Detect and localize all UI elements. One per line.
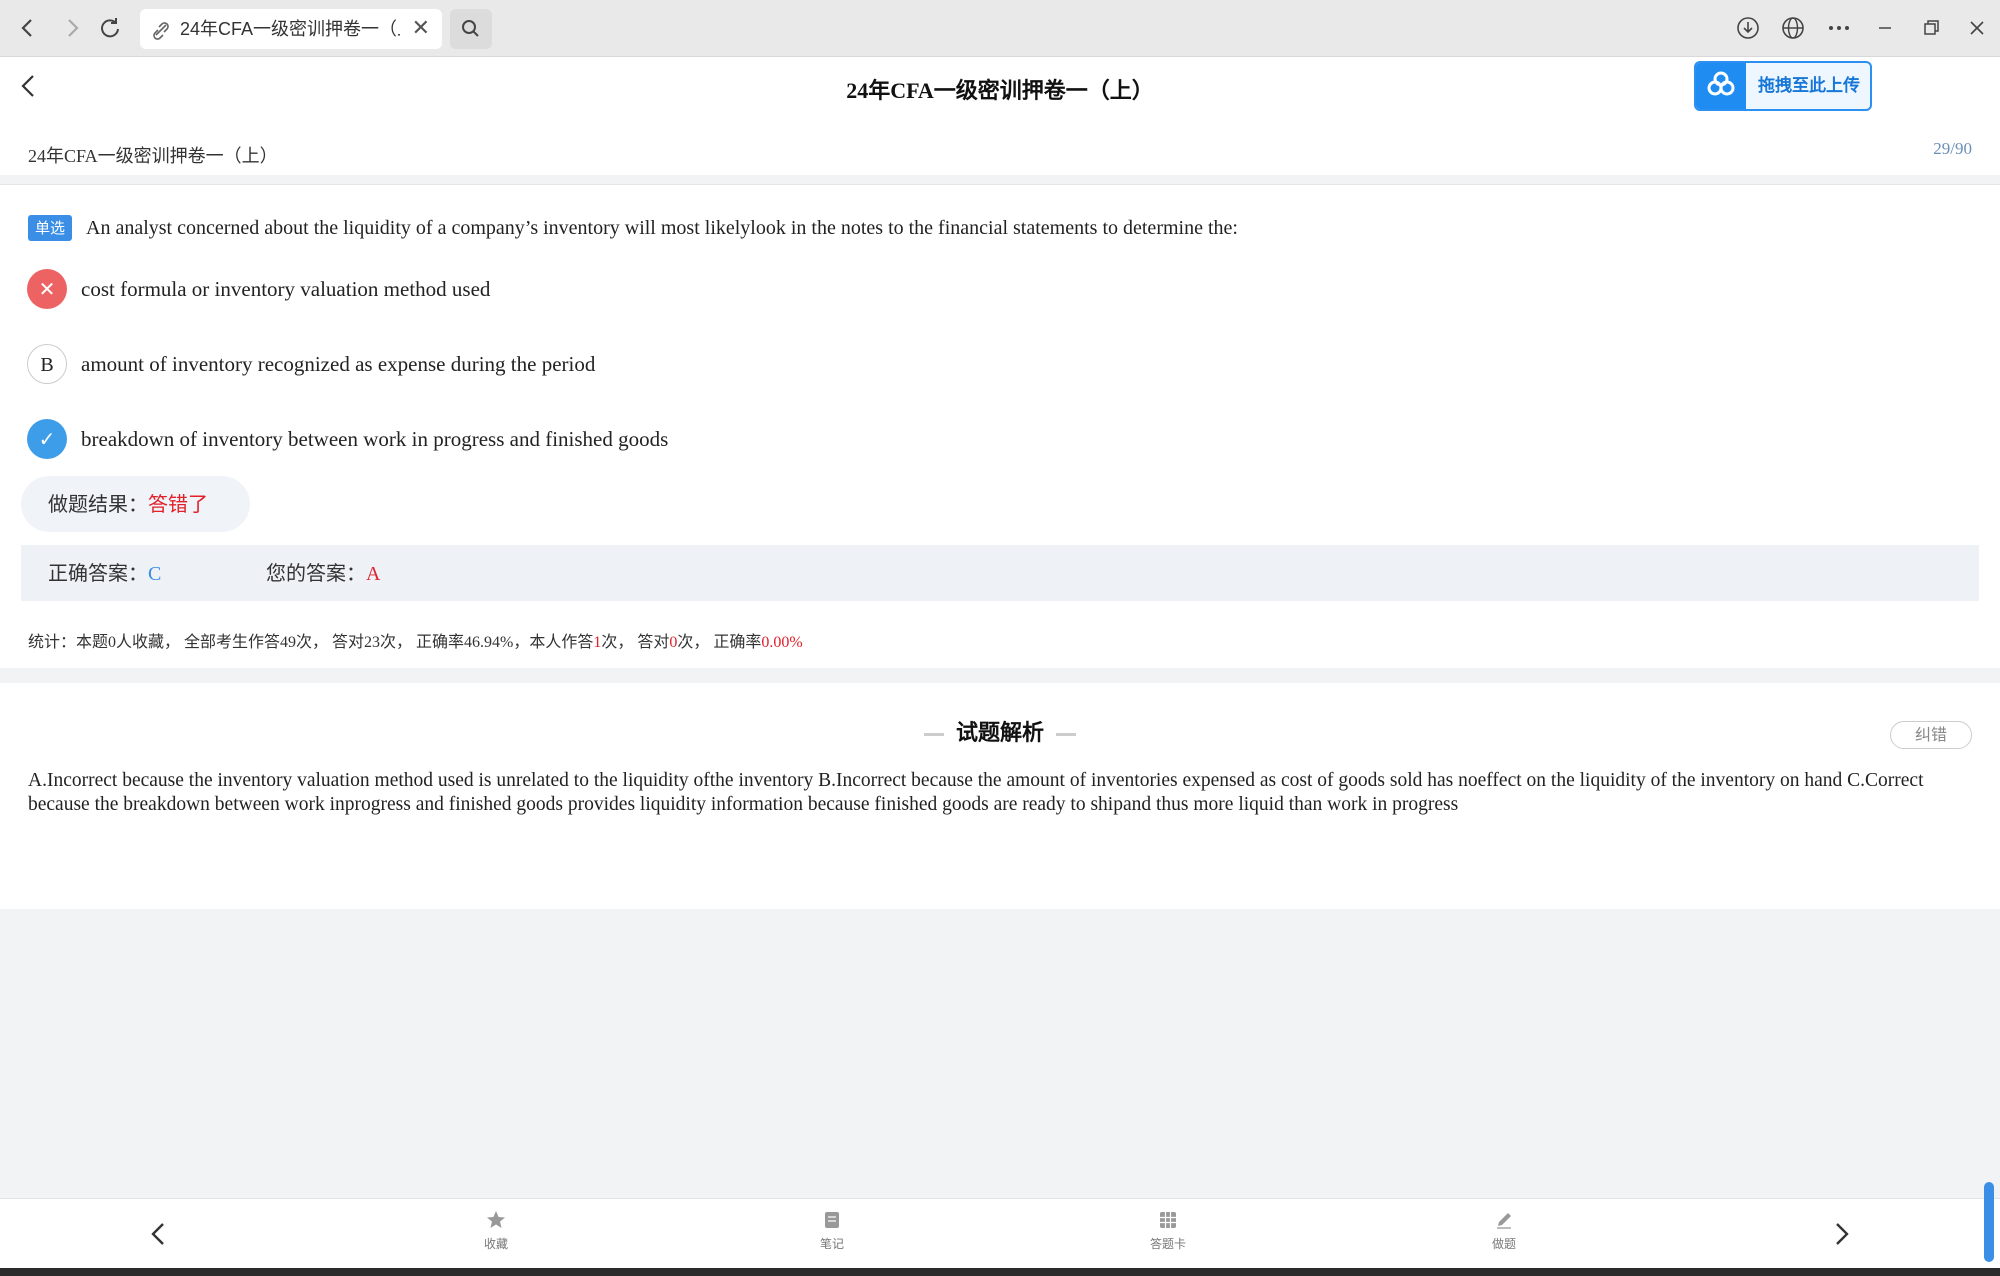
restore-icon[interactable]: [1916, 14, 1946, 42]
correct-answer: 正确答案：C: [48, 545, 161, 602]
next-question-icon[interactable]: [1826, 1219, 1856, 1249]
result-pill: 做题结果：答错了: [21, 476, 250, 532]
notebook-icon: [825, 1212, 839, 1228]
result-value: 答错了: [148, 492, 208, 516]
notes-button[interactable]: 笔记: [802, 1209, 862, 1252]
divider: [1056, 732, 1076, 736]
exam-name: 24年CFA一级密训押卷一（上）: [28, 146, 278, 166]
answer-card-button[interactable]: 答题卡: [1138, 1209, 1198, 1252]
stats-text: 次， 正确率: [677, 634, 762, 651]
cloud-upload-icon: [1696, 63, 1746, 109]
taskbar-edge: [0, 1268, 2000, 1276]
close-window-icon[interactable]: [1962, 14, 1992, 42]
answer-bar: 正确答案：C 您的答案：A: [21, 545, 1979, 601]
analysis-panel: 试题解析 纠错 A.Incorrect because the inventor…: [0, 683, 2000, 909]
your-answer: 您的答案：A: [266, 545, 380, 602]
favorite-label: 收藏: [483, 1237, 508, 1251]
check-mark-icon: ✓: [27, 419, 67, 459]
option-text: breakdown of inventory between work in p…: [81, 427, 669, 451]
previous-question-icon[interactable]: [144, 1219, 174, 1249]
question-row: 单选 An analyst concerned about the liquid…: [28, 215, 1238, 241]
stats-text: 次， 答对: [601, 634, 670, 651]
upload-label: 拖拽至此上传: [1758, 76, 1860, 95]
your-answer-label: 您的答案：: [266, 561, 366, 585]
question-text: An analyst concerned about the liquidity…: [86, 216, 1238, 239]
question-panel: 单选 An analyst concerned about the liquid…: [0, 185, 2000, 668]
statistics: 统计：本题0人收藏， 全部考生作答49次， 答对23次， 正确率46.94%，本…: [28, 628, 803, 652]
search-icon[interactable]: [450, 9, 492, 49]
link-icon: [152, 9, 170, 49]
grid-icon: [1160, 1212, 1176, 1228]
option-text: amount of inventory recognized as expens…: [81, 352, 596, 376]
question-type-badge: 单选: [28, 215, 72, 241]
more-icon[interactable]: [1824, 14, 1854, 42]
globe-icon[interactable]: [1778, 14, 1808, 42]
correct-answer-label: 正确答案：: [48, 561, 148, 585]
wrong-mark-icon: ✕: [27, 269, 67, 309]
stats-self-rate: 0.00%: [761, 634, 803, 651]
browser-tab[interactable]: 24年CFA一级密训押卷一（上） ✕: [140, 9, 442, 49]
question-progress: 29/90: [1933, 139, 1972, 158]
tab-close-icon[interactable]: ✕: [412, 9, 430, 49]
favorite-button[interactable]: 收藏: [466, 1209, 526, 1252]
notes-label: 笔记: [819, 1237, 844, 1251]
analysis-title: 试题解析: [0, 715, 2000, 747]
upload-button[interactable]: 拖拽至此上传: [1694, 61, 1872, 111]
answer-card-label: 答题卡: [1149, 1237, 1186, 1251]
bottom-bar: 收藏 笔记 答题卡 做题: [0, 1198, 2000, 1268]
analysis-text: A.Incorrect because the inventory valuat…: [28, 770, 1924, 815]
forward-nav-icon[interactable]: [58, 14, 86, 42]
result-label: 做题结果：: [48, 492, 148, 516]
page: 24年CFA一级密训押卷一（上） 拖拽至此上传 24年CFA一级密训押卷一（上）…: [0, 57, 2000, 1276]
stats-text: 统计：本题0人收藏， 全部考生作答49次， 答对23次， 正确率46.94%，本…: [28, 634, 594, 651]
scrollbar-thumb[interactable]: [1984, 1182, 1994, 1262]
tab-title: 24年CFA一级密训押卷一（上）: [180, 19, 400, 39]
minimize-icon[interactable]: [1870, 14, 1900, 42]
correct-answer-value: C: [148, 563, 162, 585]
page-header: 24年CFA一级密训押卷一（上） 拖拽至此上传 24年CFA一级密训押卷一（上）…: [0, 57, 2000, 175]
option-letter: B: [27, 344, 67, 384]
do-question-label: 做题: [1491, 1237, 1516, 1251]
star-icon: [487, 1211, 505, 1228]
report-error-button[interactable]: 纠错: [1890, 721, 1972, 749]
option-text: cost formula or inventory valuation meth…: [81, 277, 491, 301]
back-nav-icon[interactable]: [14, 14, 42, 42]
do-question-button[interactable]: 做题: [1474, 1209, 1534, 1252]
analysis-title-text: 试题解析: [955, 721, 1044, 746]
your-answer-value: A: [366, 563, 381, 585]
download-icon[interactable]: [1733, 14, 1763, 42]
divider: [923, 732, 944, 736]
pencil-icon: [1497, 1213, 1511, 1229]
browser-toolbar: 24年CFA一级密训押卷一（上） ✕: [0, 0, 2000, 57]
reload-icon[interactable]: [96, 14, 124, 42]
